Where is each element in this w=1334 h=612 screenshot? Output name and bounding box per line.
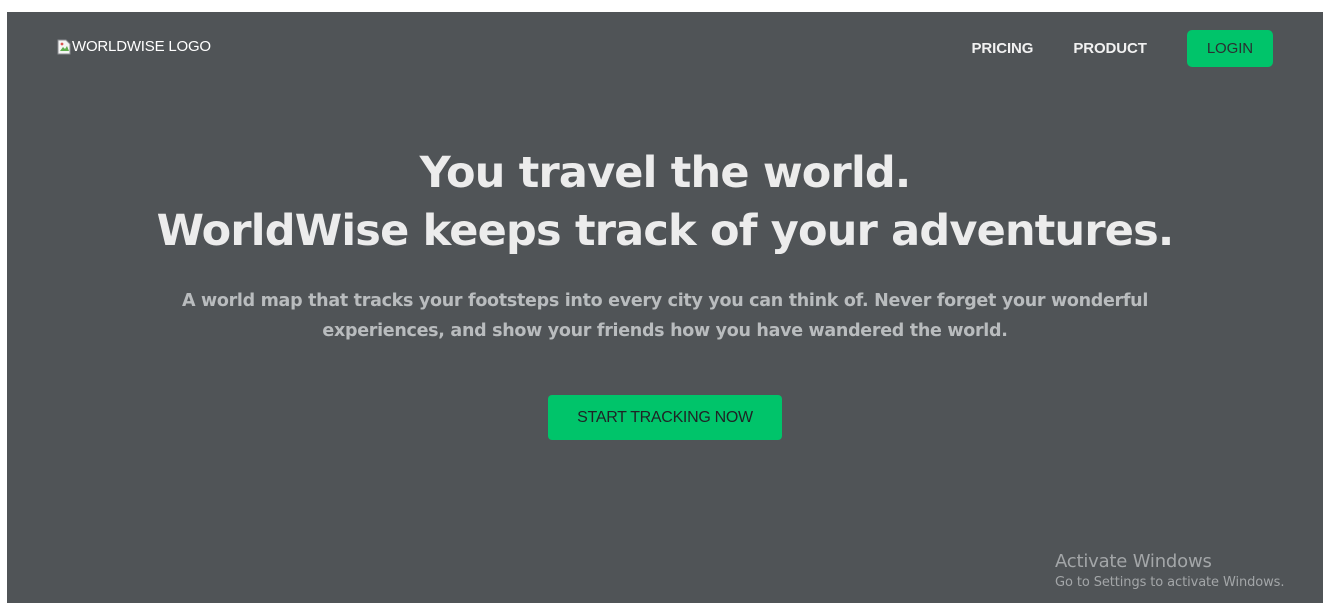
- hero-title: You travel the world. WorldWise keeps tr…: [7, 144, 1323, 260]
- start-tracking-button[interactable]: START TRACKING NOW: [548, 395, 782, 440]
- windows-activation-watermark: Activate Windows Go to Settings to activ…: [1055, 550, 1284, 592]
- login-button[interactable]: LOGIN: [1186, 30, 1273, 67]
- hero-subtitle: A world map that tracks your footsteps i…: [181, 291, 1149, 341]
- hero-title-line-2: WorldWise keeps track of your adventures…: [156, 206, 1175, 256]
- logo-link[interactable]: WORLDWISE LOGO: [57, 38, 211, 55]
- hero-title-line-1: You travel the world.: [419, 148, 912, 198]
- logo-alt-text: WORLDWISE LOGO: [72, 38, 211, 55]
- main-nav: PRICING PRODUCT LOGIN: [972, 30, 1273, 67]
- hero-section: You travel the world. WorldWise keeps tr…: [7, 144, 1323, 346]
- broken-image-icon: [57, 39, 71, 55]
- homepage: WORLDWISE LOGO PRICING PRODUCT LOGIN You…: [7, 12, 1323, 603]
- nav-pricing-link[interactable]: PRICING: [972, 40, 1034, 57]
- watermark-subtitle: Go to Settings to activate Windows.: [1055, 575, 1285, 590]
- nav-product-link[interactable]: PRODUCT: [1073, 40, 1147, 57]
- watermark-title: Activate Windows: [1055, 551, 1212, 572]
